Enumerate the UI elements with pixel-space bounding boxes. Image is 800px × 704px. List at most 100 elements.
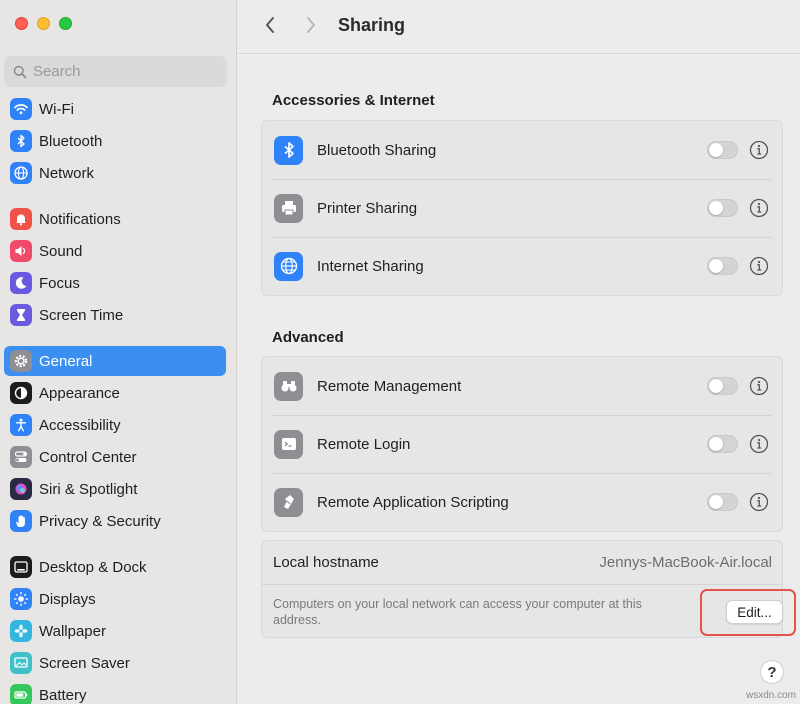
sidebar-item-network[interactable]: Network bbox=[4, 158, 226, 188]
sidebar-item-screen-saver[interactable]: Screen Saver bbox=[4, 648, 226, 678]
sidebar-item-bluetooth[interactable]: Bluetooth bbox=[4, 126, 226, 156]
sidebar-item-label: Sound bbox=[39, 242, 83, 260]
info-icon[interactable] bbox=[749, 140, 769, 160]
back-button[interactable] bbox=[258, 12, 282, 38]
sidebar-item-displays[interactable]: Displays bbox=[4, 584, 226, 614]
row-label: Remote Management bbox=[317, 377, 462, 395]
main-content: Sharing Accessories & Internet Bluetooth… bbox=[238, 0, 800, 704]
section-title-accessories: Accessories & Internet bbox=[272, 92, 435, 109]
binoculars-icon bbox=[274, 371, 303, 401]
toolbar: Sharing bbox=[238, 0, 800, 54]
sun-icon bbox=[10, 588, 32, 610]
siri-icon bbox=[10, 478, 32, 500]
accessories-group: Bluetooth Sharing Printer Sharing Intern… bbox=[261, 120, 783, 296]
hostname-group: Local hostname Jennys-MacBook-Air.local … bbox=[261, 540, 796, 638]
row-label: Internet Sharing bbox=[317, 257, 424, 275]
sidebar-item-label: Screen Time bbox=[39, 306, 124, 324]
script-icon bbox=[274, 487, 303, 517]
remote-login-row: Remote Login bbox=[262, 415, 782, 473]
sidebar-item-siri-spotlight[interactable]: Siri & Spotlight bbox=[4, 474, 226, 504]
sidebar-item-control-center[interactable]: Control Center bbox=[4, 442, 226, 472]
watermark: wsxdn.com bbox=[745, 690, 796, 701]
sidebar-item-label: Accessibility bbox=[39, 416, 121, 434]
remote-management-toggle[interactable] bbox=[707, 377, 738, 395]
sidebar-item-label: Desktop & Dock bbox=[39, 558, 147, 576]
search-icon bbox=[13, 65, 27, 78]
sidebar-item-label: Focus bbox=[39, 274, 80, 292]
minimize-window-button[interactable] bbox=[37, 17, 50, 30]
traffic-lights bbox=[15, 17, 72, 30]
sidebar-item-label: Privacy & Security bbox=[39, 512, 161, 530]
hourglass-icon bbox=[10, 304, 32, 326]
sidebar-item-appearance[interactable]: Appearance bbox=[4, 378, 226, 408]
chevron-left-icon bbox=[266, 17, 274, 33]
info-icon[interactable] bbox=[749, 492, 769, 512]
sidebar-item-label: Wallpaper bbox=[39, 622, 106, 640]
edit-hostname-button[interactable]: Edit... bbox=[726, 600, 783, 624]
sidebar-item-label: Notifications bbox=[39, 210, 121, 228]
zoom-window-button[interactable] bbox=[59, 17, 72, 30]
screensaver-icon bbox=[10, 652, 32, 674]
sidebar: Wi-Fi Bluetooth Network Notifications So… bbox=[0, 0, 237, 704]
sidebar-item-wifi[interactable]: Wi-Fi bbox=[4, 94, 226, 124]
advanced-group: Remote Management Remote Login Remote Ap… bbox=[261, 356, 783, 532]
moon-icon bbox=[10, 272, 32, 294]
hostname-label: Local hostname bbox=[273, 554, 379, 571]
page-title: Sharing bbox=[338, 15, 406, 35]
battery-icon bbox=[10, 684, 32, 704]
printer-icon bbox=[274, 193, 303, 223]
bluetooth-sharing-row: Bluetooth Sharing bbox=[262, 121, 782, 179]
sidebar-item-sound[interactable]: Sound bbox=[4, 236, 226, 266]
sidebar-item-desktop-dock[interactable]: Desktop & Dock bbox=[4, 552, 226, 582]
sidebar-item-notifications[interactable]: Notifications bbox=[4, 204, 226, 234]
bluetooth-sharing-toggle[interactable] bbox=[707, 141, 738, 159]
hostname-value: Jennys-MacBook-Air.local bbox=[599, 554, 772, 571]
sidebar-item-label: Appearance bbox=[39, 384, 120, 402]
info-icon[interactable] bbox=[749, 256, 769, 276]
printer-sharing-row: Printer Sharing bbox=[262, 179, 782, 237]
bluetooth-icon bbox=[274, 135, 303, 165]
internet-sharing-toggle[interactable] bbox=[707, 257, 738, 275]
remote-application-scripting-toggle[interactable] bbox=[707, 493, 738, 511]
sidebar-item-battery[interactable]: Battery bbox=[4, 680, 226, 704]
row-label: Remote Login bbox=[317, 435, 411, 453]
globe-icon bbox=[274, 251, 303, 281]
info-icon[interactable] bbox=[749, 434, 769, 454]
row-label: Remote Application Scripting bbox=[317, 493, 509, 511]
sidebar-item-focus[interactable]: Focus bbox=[4, 268, 226, 298]
internet-sharing-row: Internet Sharing bbox=[262, 237, 782, 295]
row-label: Printer Sharing bbox=[317, 199, 418, 217]
terminal-icon bbox=[274, 429, 303, 459]
search-field[interactable] bbox=[4, 56, 227, 87]
chevron-right-icon bbox=[307, 17, 315, 33]
sidebar-item-label: Siri & Spotlight bbox=[39, 480, 138, 498]
sidebar-item-label: Network bbox=[39, 164, 95, 182]
sidebar-item-general[interactable]: General bbox=[4, 346, 226, 376]
sidebar-item-accessibility[interactable]: Accessibility bbox=[4, 410, 226, 440]
hand-icon bbox=[10, 510, 32, 532]
speaker-icon bbox=[10, 240, 32, 262]
sidebar-item-privacy-security[interactable]: Privacy & Security bbox=[4, 506, 226, 536]
row-label: Bluetooth Sharing bbox=[317, 141, 437, 159]
hostname-description: Computers on your local network can acce… bbox=[273, 597, 642, 627]
help-button[interactable]: ? bbox=[760, 660, 784, 684]
forward-button[interactable] bbox=[299, 12, 323, 38]
appearance-icon bbox=[10, 382, 32, 404]
sidebar-item-label: Control Center bbox=[39, 448, 137, 466]
close-window-button[interactable] bbox=[15, 17, 28, 30]
sidebar-item-label: Battery bbox=[39, 686, 87, 704]
sidebar-item-label: Displays bbox=[39, 590, 96, 608]
sidebar-item-label: Screen Saver bbox=[39, 654, 130, 672]
toggles-icon bbox=[10, 446, 32, 468]
remote-application-scripting-row: Remote Application Scripting bbox=[262, 473, 782, 531]
search-input[interactable] bbox=[33, 63, 213, 80]
remote-login-toggle[interactable] bbox=[707, 435, 738, 453]
sidebar-item-screen-time[interactable]: Screen Time bbox=[4, 300, 226, 330]
sidebar-item-label: Wi-Fi bbox=[39, 100, 74, 118]
info-icon[interactable] bbox=[749, 376, 769, 396]
section-title-advanced: Advanced bbox=[272, 329, 344, 346]
bluetooth-icon bbox=[10, 130, 32, 152]
info-icon[interactable] bbox=[749, 198, 769, 218]
sidebar-item-wallpaper[interactable]: Wallpaper bbox=[4, 616, 226, 646]
printer-sharing-toggle[interactable] bbox=[707, 199, 738, 217]
